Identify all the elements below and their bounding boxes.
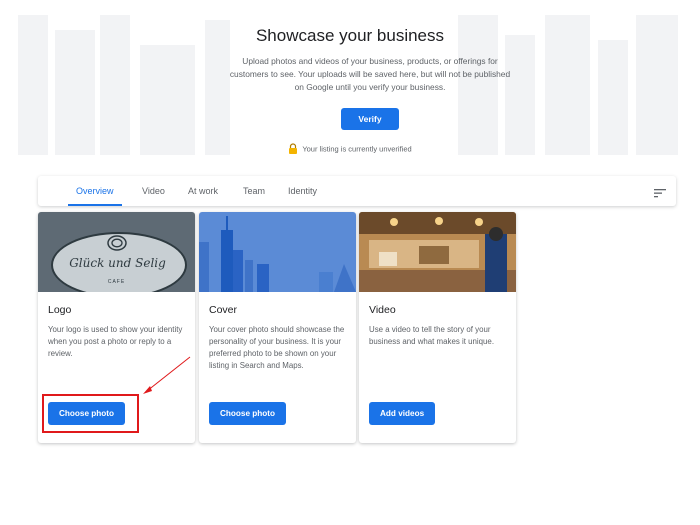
annotation-arrow <box>143 356 191 394</box>
